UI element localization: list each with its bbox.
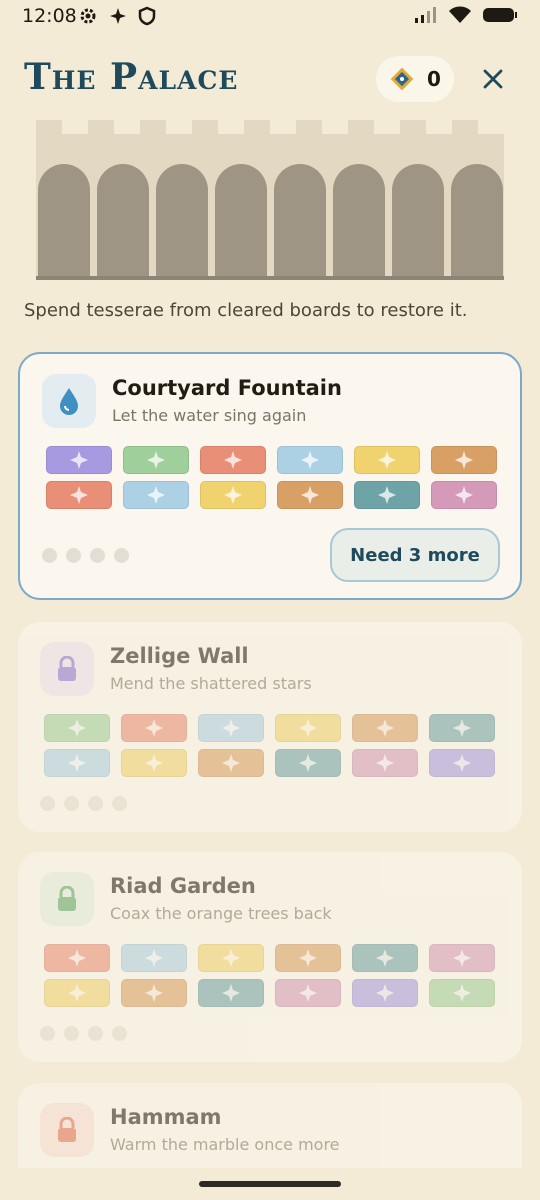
- lock-icon: [58, 886, 76, 911]
- status-bar: 12:08: [0, 0, 540, 34]
- tessera-tile-green: [429, 979, 495, 1007]
- tessera-tile-orange: [352, 714, 418, 742]
- lock-icon: [58, 1117, 76, 1142]
- palace-illustration: [36, 120, 504, 280]
- status-time: 12:08: [22, 5, 77, 27]
- tessera-tile-blue: [198, 714, 264, 742]
- close-button[interactable]: [478, 62, 508, 96]
- progress-dot: [40, 1026, 55, 1041]
- restoration-card-riad-garden[interactable]: Riad Garden Coax the orange trees back: [18, 852, 522, 1062]
- restoration-card-zellige-wall[interactable]: Zellige Wall Mend the shattered stars: [18, 622, 522, 832]
- tessera-tile-coral: [200, 446, 266, 474]
- tessera-tile-orange: [277, 481, 343, 509]
- tessera-tile-orange: [431, 446, 497, 474]
- progress-dot: [114, 548, 129, 563]
- card-title: Hammam: [110, 1105, 222, 1129]
- progress-dot: [64, 796, 79, 811]
- restoration-card-courtyard-fountain[interactable]: Courtyard Fountain Let the water sing ag…: [18, 352, 522, 600]
- battery-icon: [483, 8, 517, 22]
- signal-icon: [415, 7, 436, 23]
- progress-dot: [112, 1026, 127, 1041]
- tessera-tile-purple: [429, 749, 495, 777]
- card-subtitle: Coax the orange trees back: [110, 904, 332, 923]
- tessera-tile-pink: [275, 979, 341, 1007]
- progress-dot: [66, 548, 81, 563]
- water-drop-icon: [60, 388, 78, 415]
- gem-counter[interactable]: 0: [376, 56, 454, 102]
- tessera-tile-teal: [198, 979, 264, 1007]
- close-icon: [483, 69, 503, 89]
- tessera-tile-yellow: [198, 944, 264, 972]
- tessera-tile-blue: [44, 749, 110, 777]
- tessera-tile-green: [123, 446, 189, 474]
- tessera-tile-yellow: [275, 714, 341, 742]
- instruction-text: Spend tesserae from cleared boards to re…: [24, 300, 468, 321]
- tessera-tile-coral: [46, 481, 112, 509]
- tile-grid: [46, 446, 498, 509]
- progress-dots: [42, 548, 129, 563]
- progress-dots: [40, 796, 127, 811]
- sparkle-icon: [110, 8, 126, 24]
- tile-grid: [44, 944, 496, 1007]
- progress-dot: [64, 1026, 79, 1041]
- card-title: Zellige Wall: [110, 644, 249, 668]
- card-title: Riad Garden: [110, 874, 256, 898]
- need-more-button[interactable]: Need 3 more: [330, 528, 500, 582]
- home-indicator[interactable]: [199, 1181, 341, 1187]
- tessera-tile-green: [44, 714, 110, 742]
- tessera-tile-yellow: [200, 481, 266, 509]
- tessera-tile-yellow: [121, 749, 187, 777]
- tessera-tile-coral: [44, 944, 110, 972]
- tessera-tile-teal: [429, 714, 495, 742]
- progress-dot: [42, 548, 57, 563]
- progress-dot: [88, 1026, 103, 1041]
- tessera-tile-teal: [275, 749, 341, 777]
- progress-dots: [40, 1026, 127, 1041]
- tessera-tile-blue: [123, 481, 189, 509]
- progress-dot: [40, 796, 55, 811]
- lock-icon: [58, 656, 76, 681]
- tessera-tile-coral: [121, 714, 187, 742]
- tessera-tile-purple: [352, 979, 418, 1007]
- gem-icon: [390, 67, 414, 91]
- progress-dot: [88, 796, 103, 811]
- card-subtitle: Warm the marble once more: [110, 1135, 340, 1154]
- tessera-tile-orange: [198, 749, 264, 777]
- tessera-tile-teal: [354, 481, 420, 509]
- tile-grid: [44, 714, 496, 777]
- progress-dot: [90, 548, 105, 563]
- card-title: Courtyard Fountain: [112, 376, 342, 400]
- tessera-tile-orange: [275, 944, 341, 972]
- tessera-tile-orange: [121, 979, 187, 1007]
- settings-icon: [80, 8, 96, 24]
- gem-count: 0: [427, 67, 441, 91]
- shield-icon: [138, 6, 156, 26]
- wifi-icon: [449, 6, 471, 23]
- card-subtitle: Mend the shattered stars: [110, 674, 312, 693]
- tessera-tile-teal: [352, 944, 418, 972]
- tessera-tile-pink: [352, 749, 418, 777]
- page-title: The Palace: [24, 56, 239, 98]
- tessera-tile-yellow: [44, 979, 110, 1007]
- tessera-tile-blue: [121, 944, 187, 972]
- tessera-tile-pink: [431, 481, 497, 509]
- progress-dot: [112, 796, 127, 811]
- tessera-tile-purple: [46, 446, 112, 474]
- tessera-tile-yellow: [354, 446, 420, 474]
- card-subtitle: Let the water sing again: [112, 406, 307, 425]
- tessera-tile-pink: [429, 944, 495, 972]
- tessera-tile-blue: [277, 446, 343, 474]
